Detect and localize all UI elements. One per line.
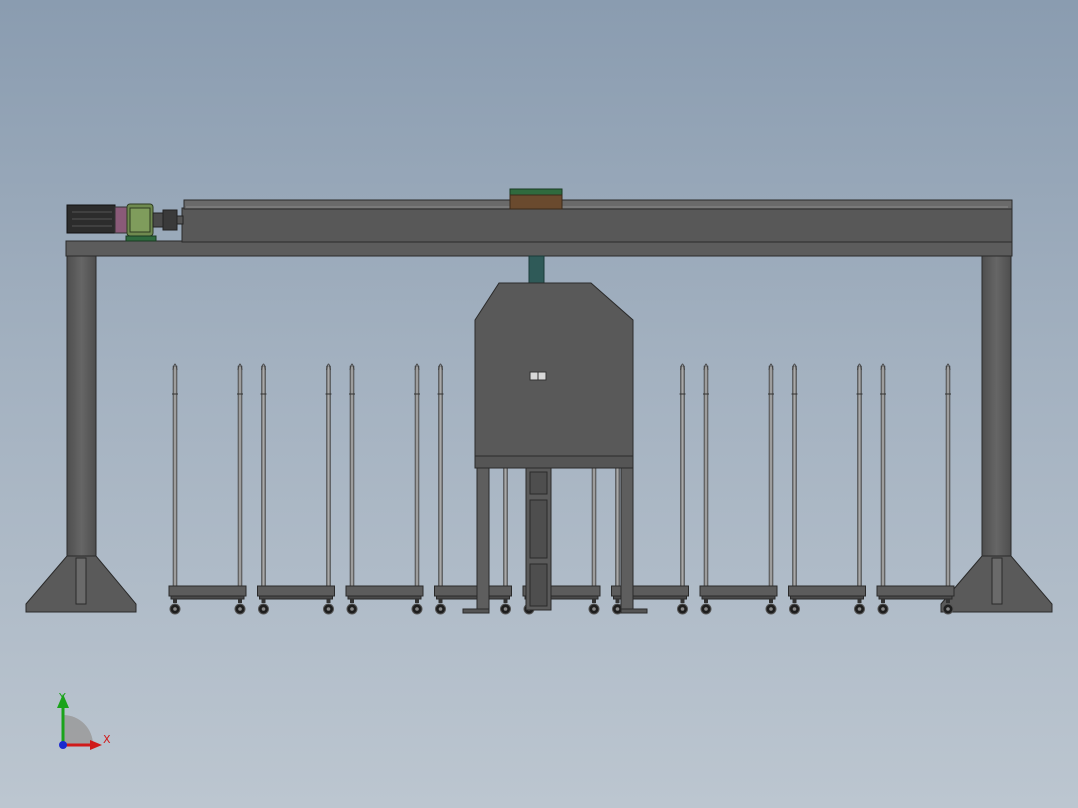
rack-base (788, 585, 866, 597)
rack-base (257, 585, 335, 597)
rack-base (168, 585, 247, 597)
rack-rod (680, 365, 685, 587)
rack-rod (857, 365, 862, 587)
rack-cart (876, 363, 955, 615)
rack-rod (880, 365, 886, 587)
cad-viewport[interactable]: Y X (0, 0, 1078, 808)
rack-base (345, 585, 424, 597)
rack-rod (326, 365, 331, 587)
axis-y-label: Y (58, 691, 66, 704)
rack-rod (945, 365, 951, 587)
rack-rod (768, 365, 774, 587)
axis-x-label: X (103, 733, 111, 746)
rack-cart (699, 363, 778, 615)
rack-rod (703, 365, 709, 587)
coordinate-triad: Y X (57, 691, 111, 750)
rack-cart (257, 363, 335, 615)
rack-rod (172, 365, 178, 587)
rack-rod (261, 365, 266, 587)
rack-cart (345, 363, 424, 615)
right-gantry-leg (940, 255, 1053, 613)
rack-base (876, 585, 955, 597)
rack-rod (438, 365, 443, 587)
rack-cart (788, 363, 866, 615)
left-gantry-leg (25, 255, 137, 613)
rack-base (699, 585, 778, 597)
lift-column (528, 255, 545, 285)
trolley-carriage (509, 188, 563, 210)
rack-cart (168, 363, 247, 615)
rack-rod (792, 365, 797, 587)
gantry-assembly-view: Y X (25, 188, 1053, 750)
rack-rod (237, 365, 243, 587)
rack-rod (349, 365, 355, 587)
drive-motor-assembly (66, 203, 184, 242)
rack-base (434, 585, 512, 597)
rack-rod (414, 365, 420, 587)
